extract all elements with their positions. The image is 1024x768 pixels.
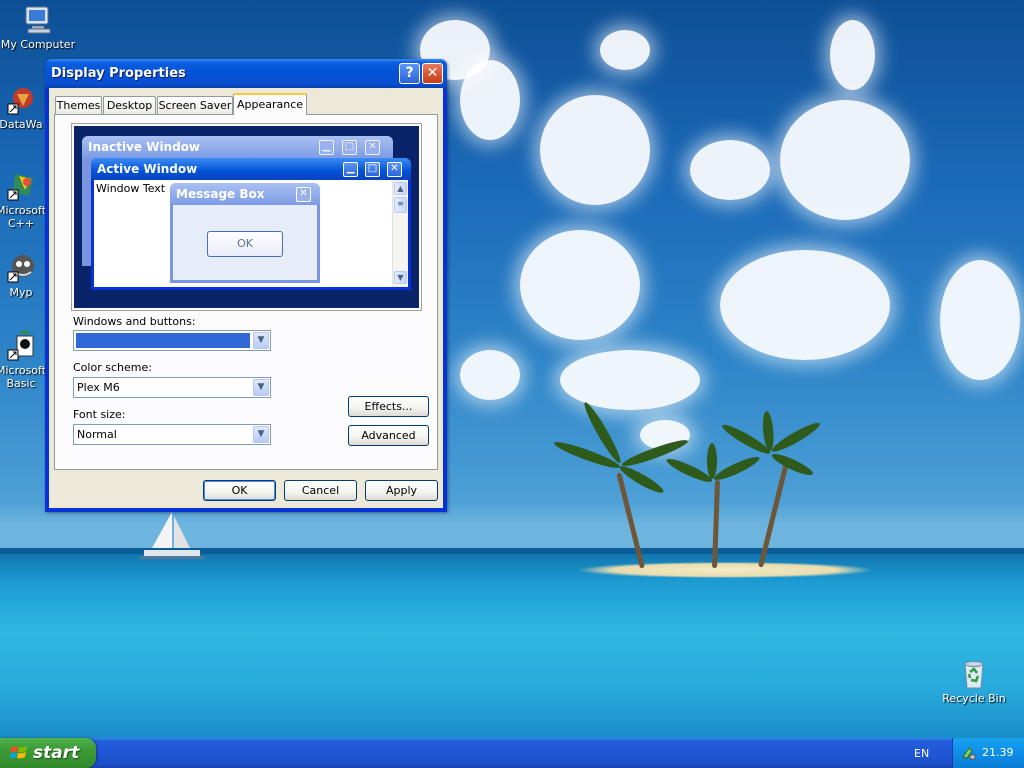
effects-button[interactable]: Effects...: [348, 396, 429, 417]
scroll-down-icon: ▼: [394, 271, 407, 284]
application-shortcut-icon: [5, 84, 37, 116]
start-button[interactable]: start: [0, 738, 96, 768]
apply-button[interactable]: Apply: [365, 480, 438, 501]
close-icon: ✕: [387, 162, 402, 177]
wallpaper-cloud: [720, 250, 890, 360]
chevron-down-icon: ▼: [253, 426, 269, 443]
desktop-icon-my-computer[interactable]: My Computer: [0, 4, 76, 51]
close-icon: ✕: [426, 65, 439, 81]
desktop-icon-label: DataWa: [0, 118, 43, 131]
preview-message-box-title: Message Box: [176, 187, 265, 201]
palm-frond: [707, 443, 717, 479]
preview-message-box: Message Box ✕ OK: [170, 183, 320, 283]
minimize-icon: ▁: [343, 162, 358, 177]
wallpaper-cloud: [780, 100, 910, 220]
recycle-bin-icon: [958, 658, 990, 690]
tab-desktop[interactable]: Desktop: [103, 96, 156, 114]
window-title-bar[interactable]: Display Properties ? ✕: [45, 59, 447, 88]
palm-frond: [769, 450, 815, 479]
select-value: Normal: [77, 428, 117, 441]
tab-label: Desktop: [106, 99, 153, 112]
display-properties-window: Display Properties ? ✕ Themes Desktop Sc…: [45, 59, 447, 512]
wallpaper-cloud: [600, 30, 650, 70]
color-scheme-select[interactable]: Plex M6 ▼: [73, 377, 271, 398]
application-shortcut-icon: [5, 252, 37, 284]
wallpaper-island: [580, 562, 870, 578]
wallpaper-cloud: [830, 20, 875, 90]
desktop-icon-label: Myp: [9, 286, 33, 299]
close-button[interactable]: ✕: [422, 63, 443, 84]
desktop-icon-label: Microsoft Basic: [0, 364, 47, 390]
desktop-icon-label: Recycle Bin: [942, 692, 1006, 705]
sailboat-image: [140, 512, 204, 559]
appearance-preview: Inactive Window ▁ □ ✕ Active Window ▁ □ …: [71, 123, 422, 311]
windows-style-swatch: [76, 333, 250, 348]
language-indicator[interactable]: EN: [914, 747, 929, 760]
wallpaper-cloud: [460, 350, 520, 400]
preview-ok-button: OK: [207, 231, 283, 257]
wallpaper-cloud: [540, 95, 650, 205]
chevron-down-icon: ▼: [253, 332, 269, 349]
preview-inactive-title: Inactive Window: [88, 140, 201, 154]
chevron-down-icon: ▼: [253, 379, 269, 396]
system-tray: 21.39: [952, 738, 1024, 768]
preview-scrollbar: ▲ ≡ ▼: [392, 180, 408, 287]
palm-frond: [711, 453, 762, 484]
tab-label: Appearance: [236, 98, 304, 111]
start-label: start: [33, 743, 80, 763]
safely-remove-hardware-icon[interactable]: [961, 745, 977, 761]
wallpaper-cloud: [560, 350, 700, 410]
wallpaper-cloud: [460, 60, 520, 140]
tab-label: Themes: [56, 99, 101, 112]
computer-icon: [22, 4, 54, 36]
desktop-icon-recycle-bin[interactable]: Recycle Bin: [936, 658, 1012, 705]
tab-appearance[interactable]: Appearance: [233, 93, 307, 115]
minimize-icon: ▁: [319, 140, 334, 155]
appearance-panel: Inactive Window ▁ □ ✕ Active Window ▁ □ …: [54, 114, 438, 470]
wallpaper-sea: [0, 548, 1024, 738]
preview-message-box-title-bar: Message Box ✕: [170, 183, 320, 205]
advanced-button[interactable]: Advanced: [348, 425, 429, 446]
wallpaper-cloud: [690, 140, 770, 200]
close-icon: ✕: [365, 140, 380, 155]
ok-button[interactable]: OK: [203, 480, 276, 501]
preview-active-title-bar: Active Window ▁ □ ✕: [91, 158, 411, 180]
maximize-icon: □: [365, 162, 380, 177]
help-button[interactable]: ?: [399, 63, 420, 84]
font-size-label: Font size:: [73, 408, 126, 421]
select-value: Plex M6: [77, 381, 120, 394]
clock[interactable]: 21.39: [982, 746, 1014, 759]
taskbar: start EN 21.39: [0, 738, 1024, 768]
windows-buttons-select[interactable]: ▼: [73, 330, 271, 351]
window-client-area: Themes Desktop Screen Saver Appearance I…: [49, 88, 443, 508]
wallpaper-cloud: [520, 230, 640, 340]
wallpaper-cloud: [940, 260, 1020, 380]
preview-inactive-title-bar: Inactive Window ▁ □ ✕: [82, 136, 393, 158]
scroll-thumb: ≡: [394, 197, 407, 213]
tab-themes[interactable]: Themes: [55, 96, 102, 114]
tab-label: Screen Saver: [158, 99, 232, 112]
color-scheme-label: Color scheme:: [73, 361, 152, 374]
font-size-select[interactable]: Normal ▼: [73, 424, 271, 445]
palm-frond: [769, 419, 823, 456]
preview-window-text: Window Text: [96, 182, 166, 195]
cancel-button[interactable]: Cancel: [284, 480, 357, 501]
windows-buttons-label: Windows and buttons:: [73, 315, 196, 328]
preview-active-title: Active Window: [97, 162, 198, 176]
help-icon: ?: [405, 65, 414, 81]
tab-screen-saver[interactable]: Screen Saver: [157, 96, 233, 114]
desktop-icon-label: My Computer: [0, 38, 76, 51]
windows-logo-icon: [10, 746, 27, 759]
desktop-icon-label: Microsoft C++: [0, 204, 47, 230]
maximize-icon: □: [342, 140, 357, 155]
window-title: Display Properties: [51, 66, 186, 81]
application-shortcut-icon: [5, 330, 37, 362]
close-icon: ✕: [296, 187, 311, 202]
scroll-up-icon: ▲: [394, 182, 407, 195]
application-shortcut-icon: [5, 170, 37, 202]
preview-message-box-body: OK: [173, 205, 317, 280]
